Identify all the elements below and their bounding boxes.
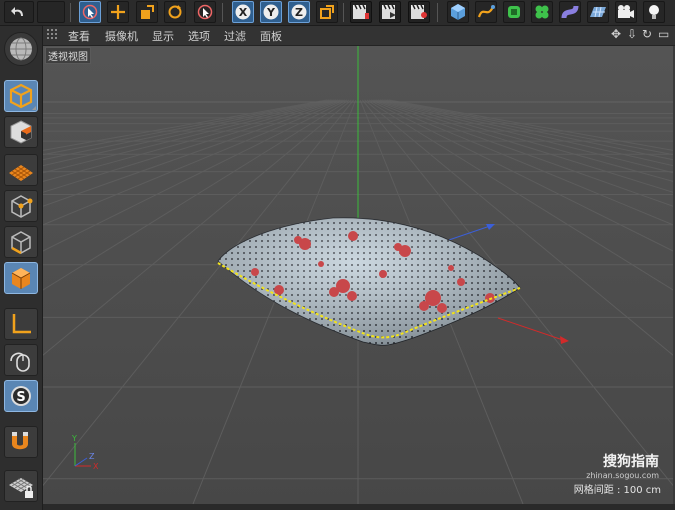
viewport-label: 透视视图	[45, 47, 91, 64]
cloner-button[interactable]	[531, 1, 553, 23]
spline-pen-icon	[477, 5, 495, 18]
watermark: 搜狗指南 zhinan.sogou.com	[586, 451, 659, 480]
snapping-button[interactable]: S	[4, 380, 38, 412]
workplane-mode-button[interactable]	[4, 154, 38, 186]
redo-button[interactable]	[37, 1, 65, 23]
z-axis-icon: Z	[291, 4, 307, 20]
undo-icon	[11, 7, 23, 16]
scale-icon	[141, 5, 154, 19]
polygons-icon	[11, 268, 31, 289]
maximize-view-icon[interactable]: ▭	[658, 27, 669, 41]
clapboard-icon	[382, 4, 396, 19]
floor-icon	[590, 6, 606, 18]
menu-view[interactable]: 查看	[68, 28, 90, 44]
clapboard-icon	[353, 4, 369, 19]
camera-icon	[618, 5, 634, 18]
make-editable-button[interactable]	[4, 32, 38, 66]
svg-text:S: S	[16, 390, 25, 405]
points-icon	[11, 195, 33, 218]
svg-text:Z: Z	[295, 6, 303, 19]
deformer-button[interactable]	[559, 1, 581, 23]
checker-cube-icon	[10, 120, 32, 144]
menu-options[interactable]: 选项	[188, 28, 210, 44]
orbit-view-icon[interactable]: ↻	[642, 27, 652, 41]
undo-button[interactable]	[4, 1, 34, 23]
deformer-icon	[561, 5, 579, 19]
x-axis-icon: X	[235, 4, 251, 20]
move-button[interactable]	[107, 1, 129, 23]
scale-button[interactable]	[136, 1, 158, 23]
coordinate-system-button[interactable]	[316, 1, 338, 23]
bottom-strip	[43, 504, 675, 510]
workplane-lock-button[interactable]	[4, 470, 38, 502]
quantize-button[interactable]	[4, 426, 38, 458]
floor-button[interactable]	[587, 1, 609, 23]
model-mode-button[interactable]	[4, 80, 38, 112]
watermark-logo: 搜狗指南	[603, 454, 659, 470]
grip-icon	[47, 29, 57, 39]
subdivision-surface-button[interactable]	[503, 1, 525, 23]
move-icon	[111, 5, 125, 19]
render-view-button[interactable]	[350, 1, 372, 23]
grid-plane-icon	[9, 165, 33, 181]
cloner-icon	[535, 5, 549, 19]
cube-icon	[9, 83, 33, 109]
polygons-mode-button[interactable]	[4, 262, 38, 294]
enable-axis-button[interactable]	[4, 308, 38, 340]
tweak-mode-button[interactable]	[4, 344, 38, 376]
cube-icon	[451, 4, 465, 20]
menu-display[interactable]: 显示	[152, 28, 174, 44]
rotate-icon	[168, 5, 182, 19]
rotate-button[interactable]	[164, 1, 186, 23]
main-toolbar: X Y Z	[0, 0, 675, 26]
coordinate-system-icon	[320, 5, 334, 19]
gizmo-z-label: Z	[89, 452, 95, 461]
svg-text:X: X	[239, 6, 248, 19]
grid-spacing-readout: 网格间距 : 100 cm	[573, 485, 661, 496]
snap-icon: S	[11, 386, 31, 406]
subdivision-icon	[508, 6, 520, 18]
grid-lock-icon	[9, 478, 33, 498]
recent-tool-button[interactable]	[194, 1, 216, 23]
points-mode-button[interactable]	[4, 190, 38, 222]
viewport-menubar: 查看 摄像机 显示 选项 过滤 面板 ✥ ⇩ ↻ ▭	[43, 26, 675, 46]
pan-view-icon[interactable]: ✥	[611, 27, 621, 41]
cursor-icon	[197, 4, 213, 20]
camera-button[interactable]	[615, 1, 637, 23]
pen-spline-button[interactable]	[475, 1, 497, 23]
gizmo-x-label: X	[93, 462, 99, 471]
light-bulb-icon	[649, 5, 659, 19]
menu-panel[interactable]: 面板	[260, 28, 282, 44]
edges-mode-button[interactable]	[4, 226, 38, 258]
y-axis-lock-button[interactable]: Y	[260, 1, 282, 23]
perspective-viewport[interactable]: Y X Z 透视视图 搜狗指南 zhinan.sogou.com 网格间距 : …	[43, 46, 673, 504]
cursor-icon	[82, 4, 98, 20]
menu-filter[interactable]: 过滤	[224, 28, 246, 44]
dolly-view-icon[interactable]: ⇩	[627, 27, 637, 41]
axis-icon	[12, 314, 31, 334]
texture-mode-button[interactable]	[4, 116, 38, 148]
live-selection-button[interactable]	[79, 1, 101, 23]
watermark-url: zhinan.sogou.com	[586, 471, 659, 480]
clapboard-icon	[411, 4, 427, 19]
sphere-grid-icon	[10, 37, 32, 61]
cube-primitive-button[interactable]	[447, 1, 469, 23]
mouse-icon	[10, 352, 30, 372]
svg-text:Y: Y	[266, 6, 276, 19]
y-axis-icon: Y	[263, 4, 279, 20]
x-axis-lock-button[interactable]: X	[232, 1, 254, 23]
menu-cameras[interactable]: 摄像机	[105, 28, 138, 44]
render-settings-button[interactable]	[408, 1, 430, 23]
light-button[interactable]	[643, 1, 665, 23]
z-axis-lock-button[interactable]: Z	[288, 1, 310, 23]
mode-sidebar: S	[0, 26, 43, 510]
magnet-icon	[12, 432, 28, 450]
render-to-picture-viewer-button[interactable]	[379, 1, 401, 23]
gizmo-y-label: Y	[71, 434, 77, 443]
edges-icon	[11, 231, 31, 255]
scene-canvas: Y X Z	[43, 46, 673, 504]
